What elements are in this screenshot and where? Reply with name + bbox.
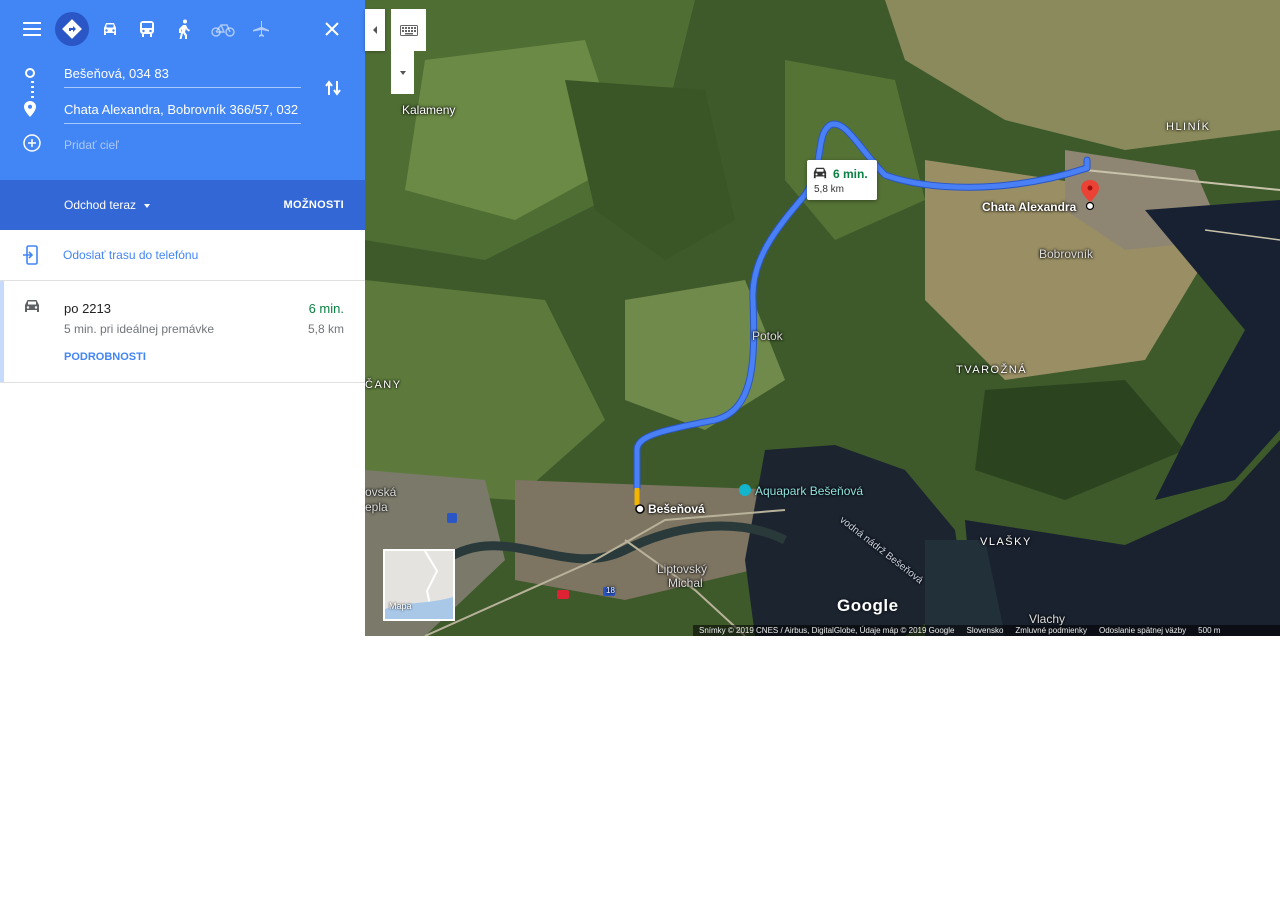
map-label-bobrovnik: Bobrovník	[1039, 247, 1094, 261]
keyboard-button[interactable]	[391, 9, 426, 51]
country-link[interactable]: Slovensko	[966, 626, 1003, 635]
destination-pin-icon	[24, 101, 36, 117]
bicycle-icon[interactable]	[206, 12, 240, 46]
map-label-tvarozna: TVAROŽNÁ	[956, 364, 1028, 376]
map-label-michal: Michal	[668, 576, 703, 590]
destination-input[interactable]: Chata Alexandra, Bobrovník 366/57, 032	[64, 102, 301, 124]
swap-direction-icon[interactable]	[322, 77, 344, 99]
add-destination-input[interactable]: Pridať cieľ	[64, 138, 301, 158]
callout-distance: 5,8 km	[814, 184, 845, 195]
details-link[interactable]: PODROBNOSTI	[64, 351, 146, 363]
route-option[interactable]: po 2213 6 min. 5 min. pri ideálnej premá…	[0, 281, 365, 383]
transit-icon[interactable]	[130, 12, 164, 46]
send-to-phone-label: Odoslať trasu do telefónu	[63, 248, 199, 262]
satellite-map[interactable]: Kalameny HLINÍK Chata Alexandra Bobrovní…	[365, 0, 1280, 636]
route-callout[interactable]: 6 min. 5,8 km	[807, 160, 877, 200]
map-label-besenova: Bešeňová	[648, 502, 705, 516]
map-label-vlasky: VLAŠKY	[980, 536, 1032, 548]
callout-time: 6 min.	[833, 167, 868, 181]
car-icon	[25, 300, 39, 312]
map-label-vlachy: Vlachy	[1029, 612, 1066, 626]
map-label-liptovsky: Liptovský	[657, 562, 708, 576]
collapse-panel-button[interactable]	[365, 9, 385, 51]
chevron-left-icon	[373, 26, 377, 34]
car-icon	[813, 167, 827, 179]
close-icon[interactable]	[317, 14, 347, 44]
map-label-kalameny: Kalameny	[402, 103, 456, 117]
map-label-potok: Potok	[752, 329, 783, 343]
route-via: po 2213	[64, 301, 111, 316]
map-label-epla: epla	[365, 500, 388, 514]
caret-down-icon	[399, 70, 406, 75]
directions-icon[interactable]	[55, 12, 89, 46]
route-distance: 5,8 km	[307, 322, 344, 336]
car-icon[interactable]	[93, 12, 127, 46]
map-layer-toggle[interactable]: Mapa	[383, 549, 455, 621]
map-label-cany: ČANY	[365, 379, 402, 391]
route-time: 6 min.	[308, 301, 344, 316]
add-destination-icon[interactable]	[23, 134, 41, 152]
route-traffic-note: 5 min. pri ideálnej premávke	[64, 322, 215, 336]
keyboard-icon	[399, 24, 418, 36]
imagery-attribution: Snímky © 2019 CNES / Airbus, DigitalGlob…	[699, 626, 955, 635]
send-to-device-icon	[23, 245, 38, 265]
menu-icon[interactable]	[15, 12, 49, 46]
origin-circle-icon	[25, 68, 35, 78]
google-logo: Google	[837, 596, 899, 615]
caret-down-icon	[144, 203, 151, 208]
directions-panel: Bešeňová, 034 83 Chata Alexandra, Bobrov…	[0, 0, 365, 636]
map-label-hlinik: HLINÍK	[1166, 121, 1211, 133]
keyboard-menu-button[interactable]	[391, 51, 414, 94]
origin-input[interactable]: Bešeňová, 034 83	[64, 66, 301, 88]
depart-label: Odchod teraz	[64, 198, 137, 212]
terms-link[interactable]: Zmluvné podmienky	[1015, 626, 1087, 635]
satellite-imagery	[365, 0, 1280, 636]
map-label-chata-alexandra: Chata Alexandra	[982, 200, 1077, 214]
minimap-label: Mapa	[389, 601, 412, 611]
map-label-road-18: 18	[606, 586, 615, 595]
map-label-aquapark[interactable]: Aquapark Bešeňová	[755, 484, 863, 498]
flight-icon[interactable]	[244, 12, 278, 46]
selected-route-indicator	[0, 281, 4, 382]
feedback-link[interactable]: Odoslanie spätnej väzby	[1099, 626, 1186, 635]
directions-header: Bešeňová, 034 83 Chata Alexandra, Bobrov…	[0, 0, 365, 180]
options-button[interactable]: MOŽNOSTI	[284, 199, 344, 211]
map-label-ovska: ovská	[365, 485, 397, 499]
map-footer: Snímky © 2019 CNES / Airbus, DigitalGlob…	[693, 625, 1280, 636]
depart-time-dropdown[interactable]: Odchod teraz	[64, 198, 151, 212]
scale-label[interactable]: 500 m	[1198, 626, 1220, 635]
waypoint-connector	[31, 81, 34, 99]
walking-icon[interactable]	[167, 12, 201, 46]
send-to-phone-row[interactable]: Odoslať trasu do telefónu	[0, 230, 365, 281]
travel-mode-bar	[0, 0, 365, 58]
